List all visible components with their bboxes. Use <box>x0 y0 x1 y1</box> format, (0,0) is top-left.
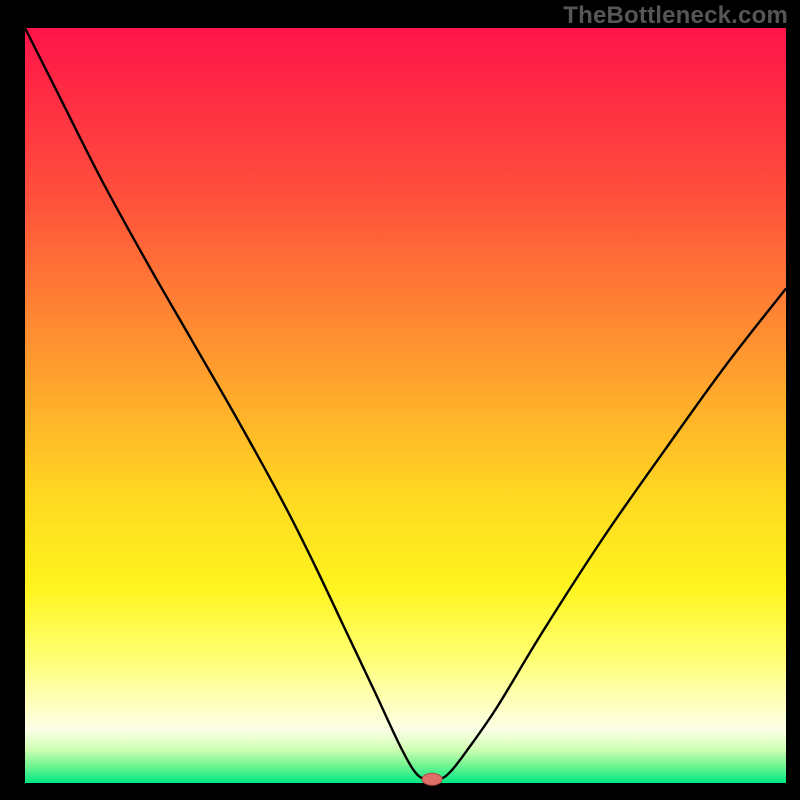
plot-background <box>25 28 786 783</box>
optimal-marker <box>422 773 442 785</box>
chart-container: { "watermark": "TheBottleneck.com", "col… <box>0 0 800 800</box>
watermark-text: TheBottleneck.com <box>563 2 788 30</box>
bottleneck-chart <box>0 0 800 800</box>
